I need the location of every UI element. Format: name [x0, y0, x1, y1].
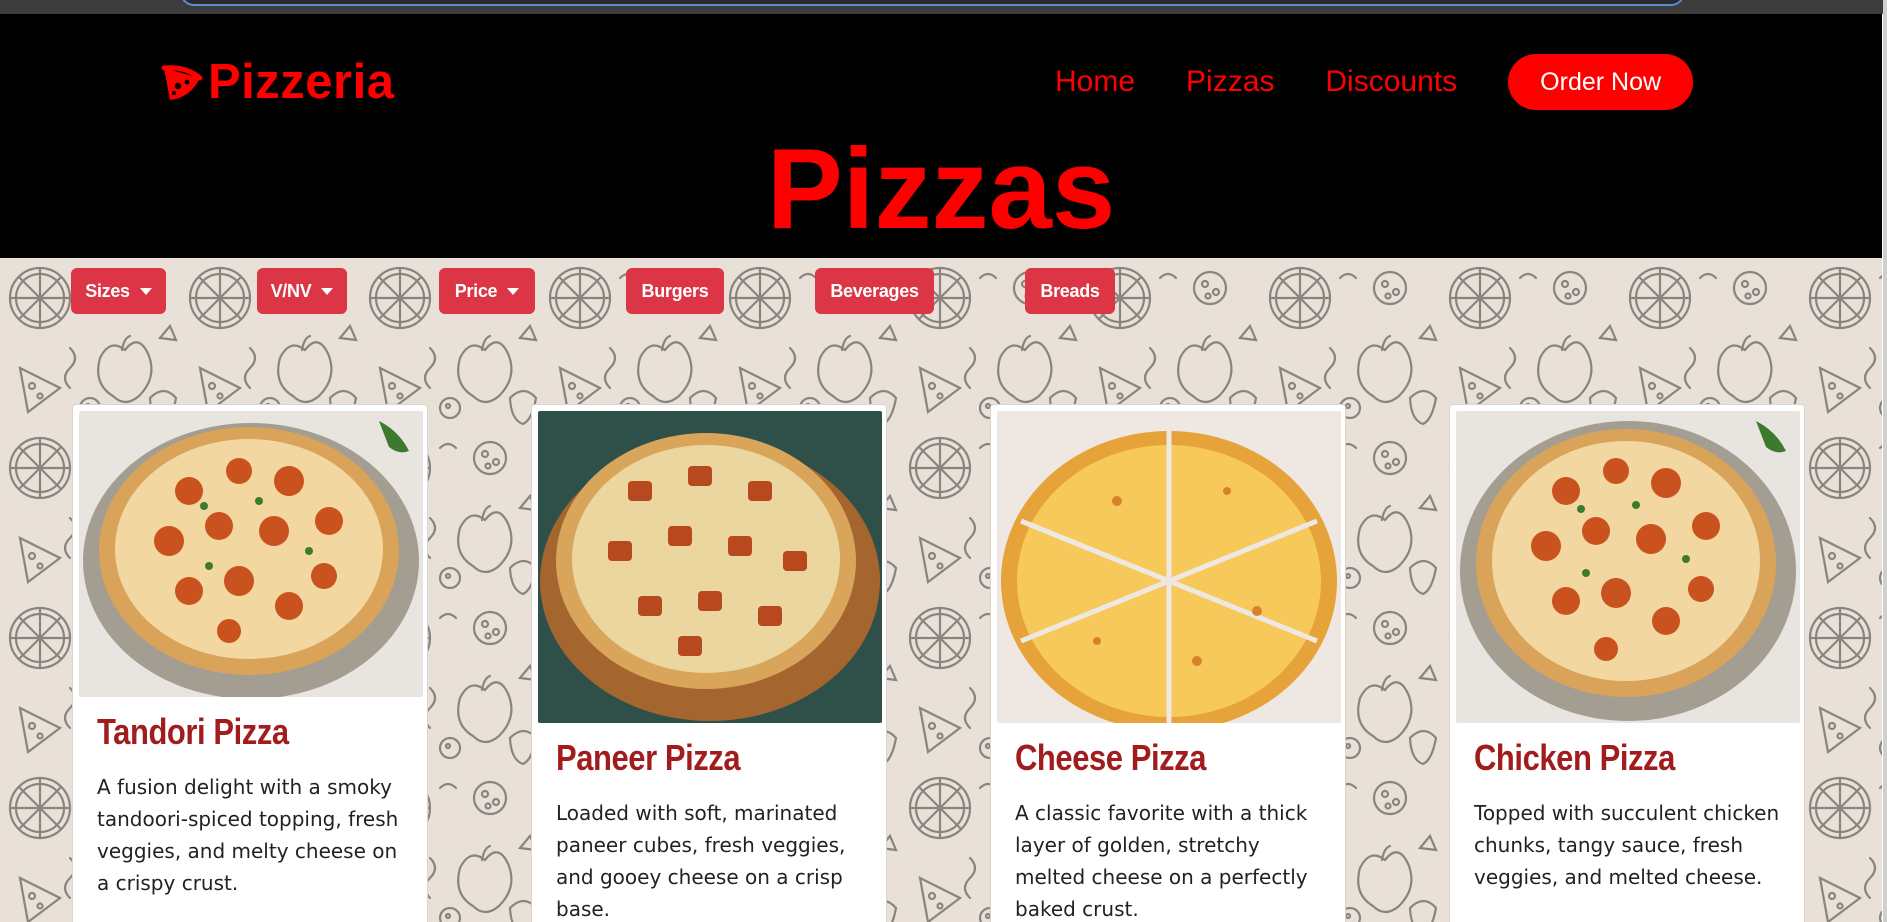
product-title: Chicken Pizza	[1474, 737, 1675, 778]
site-header: Pizzeria Home Pizzas Discounts Order Now…	[0, 14, 1882, 258]
browser-address-strip	[0, 0, 1887, 14]
nav-discounts[interactable]: Discounts	[1325, 65, 1457, 99]
filter-burgers-label: Burgers	[641, 280, 709, 301]
product-card-cheese[interactable]: Cheese Pizza A classic favorite with a t…	[990, 404, 1346, 922]
cheese-pizza-photo	[997, 411, 1341, 723]
filter-sizes-label: Sizes	[85, 280, 130, 301]
product-card-chicken[interactable]: Chicken Pizza Topped with succulent chic…	[1449, 404, 1805, 922]
filter-veg-nonveg-dropdown[interactable]: V/NV	[257, 268, 347, 314]
order-now-button[interactable]: Order Now	[1508, 54, 1694, 110]
filter-price-label: Price	[454, 280, 498, 301]
caret-down-icon	[321, 287, 334, 295]
filter-price-dropdown[interactable]: Price	[439, 268, 535, 314]
menu-section: Sizes V/NV Price Burgers Beverages Bread…	[0, 258, 1882, 922]
filter-sizes-dropdown[interactable]: Sizes	[71, 268, 166, 314]
filter-vnv-label: V/NV	[270, 280, 312, 301]
product-description: Loaded with soft, marinated paneer cubes…	[556, 801, 846, 921]
nav-pizzas[interactable]: Pizzas	[1186, 65, 1274, 99]
page-title: Pizzas	[766, 126, 1116, 253]
nav-home[interactable]: Home	[1055, 65, 1135, 99]
product-card-tandori[interactable]: Tandori Pizza A fusion delight with a sm…	[72, 404, 428, 922]
paneer-pizza-photo	[538, 411, 882, 723]
product-description: Topped with succulent chicken chunks, ta…	[1474, 801, 1780, 889]
product-title: Paneer Pizza	[556, 737, 741, 778]
pizza-slice-icon	[161, 65, 203, 100]
brand-logo[interactable]: Pizzeria	[160, 54, 394, 110]
filter-beverages-label: Beverages	[830, 280, 919, 301]
filter-beverages-button[interactable]: Beverages	[815, 268, 934, 314]
product-description: A classic favorite with a thick layer of…	[1015, 801, 1308, 921]
address-bar[interactable]	[180, 0, 1685, 6]
filter-breads-button[interactable]: Breads	[1025, 268, 1115, 314]
product-card-paneer[interactable]: Paneer Pizza Loaded with soft, marinated…	[531, 404, 887, 922]
page-scrollbar[interactable]	[1883, 0, 1887, 922]
brand-name: Pizzeria	[208, 55, 395, 109]
product-title: Tandori Pizza	[97, 711, 289, 752]
caret-down-icon	[507, 287, 520, 295]
product-description: A fusion delight with a smoky tandoori-s…	[97, 775, 399, 895]
caret-down-icon	[139, 287, 152, 295]
tandoori-pizza-photo	[79, 411, 423, 697]
product-title: Cheese Pizza	[1015, 737, 1207, 778]
filter-breads-label: Breads	[1040, 280, 1100, 301]
chicken-pizza-photo	[1456, 411, 1800, 723]
filter-burgers-button[interactable]: Burgers	[626, 268, 724, 314]
main-nav: Home Pizzas Discounts Order Now	[1055, 54, 1694, 110]
